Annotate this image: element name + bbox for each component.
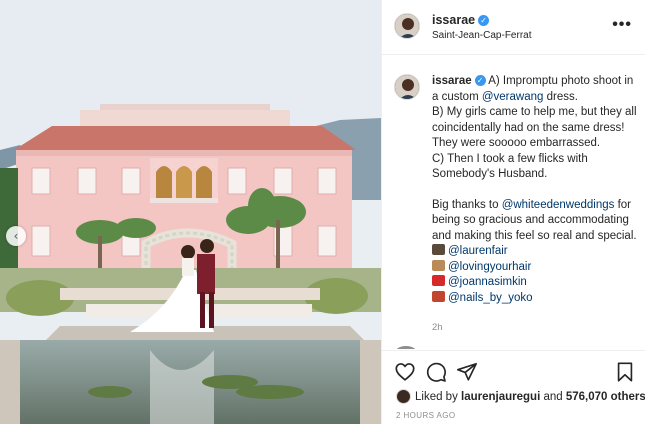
post-actions: Liked by laurenjauregui and 576,070 othe… [382,350,645,424]
location-link[interactable]: Saint-Jean-Cap-Ferrat [432,30,531,41]
credit-line: @nails_by_yoko [432,290,637,307]
credit-link-nails-by-yoko[interactable]: @nails_by_yoko [448,292,533,304]
whiteedenweddings-link[interactable]: @whiteedenweddings [502,199,615,211]
posted-time[interactable]: 2 HOURS AGO [396,411,456,420]
caption-line-a-suffix: dress. [543,90,578,103]
credit-link-joannasimkin[interactable]: @joannasimkin [448,276,527,288]
bookmark-icon[interactable] [614,361,636,383]
username-link[interactable]: issarae ✓ [432,13,490,27]
verified-badge-icon: ✓ [474,75,486,86]
caption-avatar[interactable] [394,74,420,100]
caption-username[interactable]: issarae [432,75,472,87]
nail-polish-emoji-icon [432,290,445,302]
credit-line: @joannasimkin [432,275,637,291]
caption-timestamp[interactable]: 2h [432,320,637,336]
post-sidebar: issarae ✓ Saint-Jean-Cap-Ferrat ••• issar… [381,0,645,424]
profile-avatar[interactable] [394,13,420,39]
scissors-emoji-icon [432,259,445,271]
likes-count-link[interactable]: 576,070 others [566,391,645,403]
liked-by-and: and [540,391,566,403]
share-icon[interactable] [456,361,478,383]
caption-thanks-prefix: Big thanks to [432,198,502,211]
username-text[interactable]: issarae [432,13,475,27]
camera-emoji-icon [432,244,445,255]
post-photo[interactable]: ‹ [0,0,381,424]
credit-link-laurenfair[interactable]: @laurenfair [448,245,508,257]
liked-by-prefix: Liked by [415,391,462,403]
likes-summary[interactable]: Liked by laurenjauregui and 576,070 othe… [396,389,645,404]
heart-icon[interactable] [394,361,416,383]
post-header: issarae ✓ Saint-Jean-Cap-Ferrat ••• [382,0,645,55]
wedding-photo-image [0,0,381,424]
caption-line-c: C) Then I took a few flicks with Somebod… [432,152,588,181]
more-options-icon[interactable]: ••• [612,16,632,34]
comment-avatar-peek [396,346,416,349]
next-comment-peek [396,343,626,349]
lipstick-emoji-icon [432,275,445,286]
liked-by-user-link[interactable]: laurenjauregui [461,391,540,403]
verawang-link[interactable]: @verawang [482,91,544,103]
previous-image-button[interactable]: ‹ [6,226,26,246]
credit-link-lovingyourhair[interactable]: @lovingyourhair [448,261,531,273]
liker-avatar[interactable] [396,389,411,404]
credit-line: @lovingyourhair [432,259,637,276]
post-caption: issarae ✓ A) Impromptu photo shoot in a c… [382,56,645,346]
verified-badge-icon: ✓ [478,15,490,26]
credit-line: @laurenfair [432,244,637,260]
caption-line-b: B) My girls came to help me, but they al… [432,106,637,149]
caption-text: issarae ✓ A) Impromptu photo shoot in a c… [432,74,637,336]
chevron-left-icon: ‹ [13,229,19,243]
comment-icon[interactable] [425,361,447,383]
